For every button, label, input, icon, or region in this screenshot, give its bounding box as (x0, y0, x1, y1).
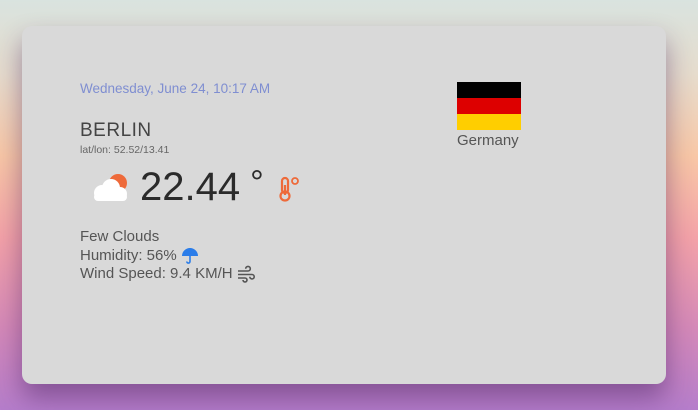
wind-icon (237, 265, 255, 284)
date-time: Wednesday, June 24, 10:17 AM (80, 81, 271, 96)
humidity-line: Humidity: 56% (80, 247, 255, 266)
weather-card: Wednesday, June 24, 10:17 AM BERLIN lat/… (22, 26, 666, 384)
condition-line: Few Clouds (80, 228, 255, 247)
city-name: BERLIN (80, 120, 152, 141)
flag-stripe-gold (457, 114, 521, 130)
umbrella-icon (181, 247, 198, 264)
wind-speed-text: Wind Speed: 9.4 KM/H (80, 265, 233, 282)
thermometer-icon (279, 176, 299, 202)
temperature-unit: ° (250, 163, 264, 202)
country-flag (457, 82, 521, 130)
humidity-text: Humidity: 56% (80, 246, 177, 264)
wind-line: Wind Speed: 9.4 KM/H (80, 265, 255, 284)
weather-details: Few Clouds Humidity: 56% Wind Speed: 9.4… (80, 228, 255, 284)
flag-stripe-red (457, 98, 521, 114)
flag-stripe-black (457, 82, 521, 98)
coordinates: lat/lon: 52.52/13.41 (80, 144, 170, 156)
temperature-row: 22.44 ° (88, 164, 304, 210)
country-name: Germany (457, 132, 519, 149)
cloud-sun-icon (94, 174, 127, 201)
condition-text: Few Clouds (80, 228, 160, 245)
temperature-value: 22.44 (140, 164, 241, 209)
